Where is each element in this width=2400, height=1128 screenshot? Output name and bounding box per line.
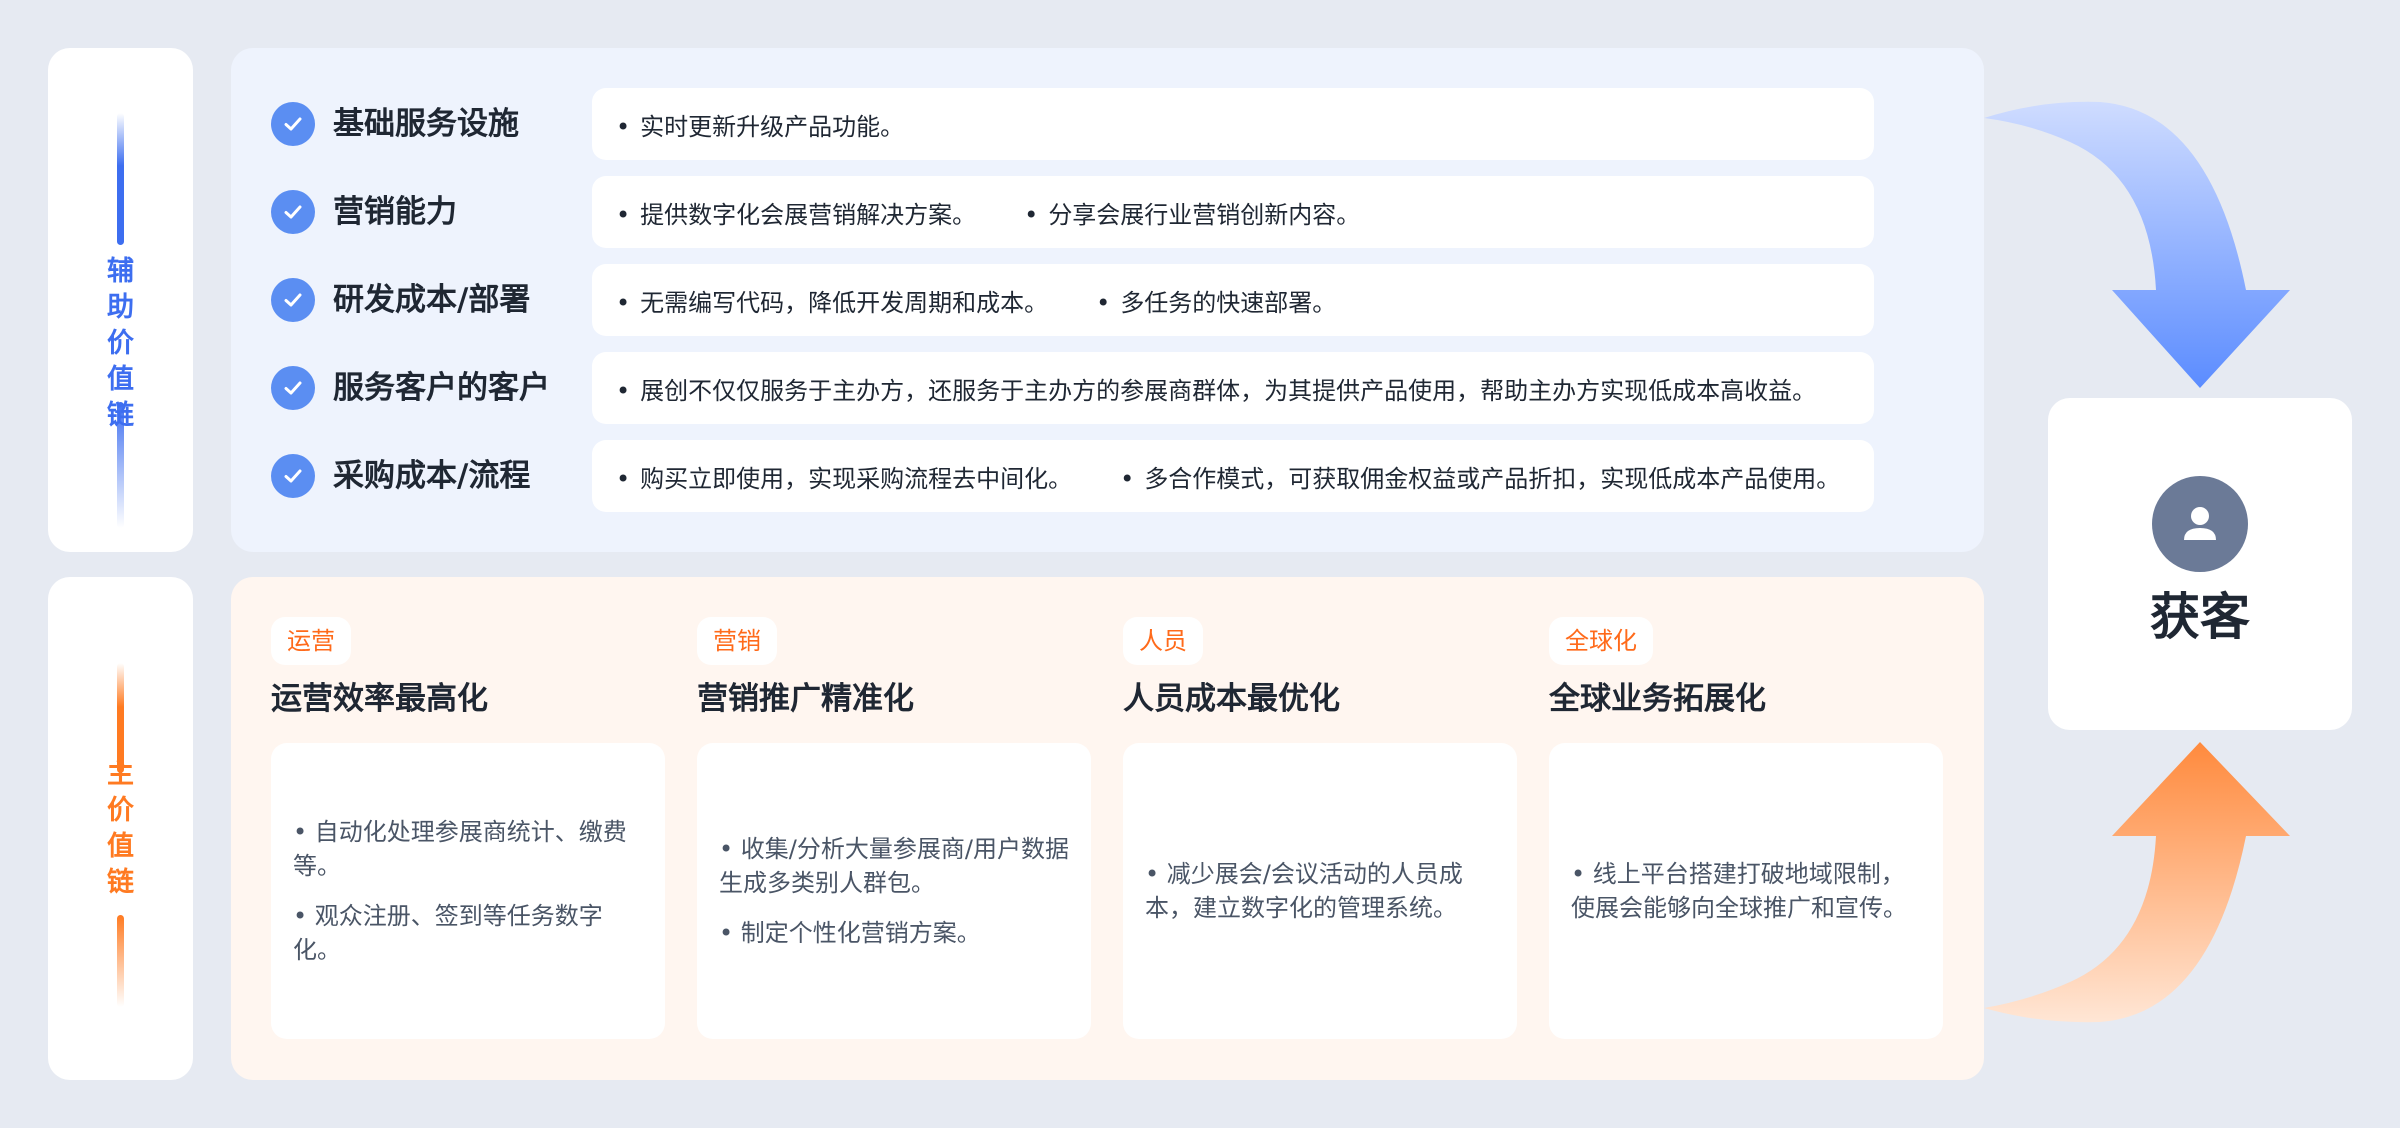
up-arrow-icon: [1984, 742, 2290, 1023]
down-arrow-icon: [1984, 101, 2290, 389]
customer-acquisition-card: 获客: [2048, 398, 2352, 730]
user-icon: [2152, 476, 2248, 572]
flow-arrows: [1984, 101, 2290, 1023]
customer-label: 获客: [2150, 588, 2250, 646]
